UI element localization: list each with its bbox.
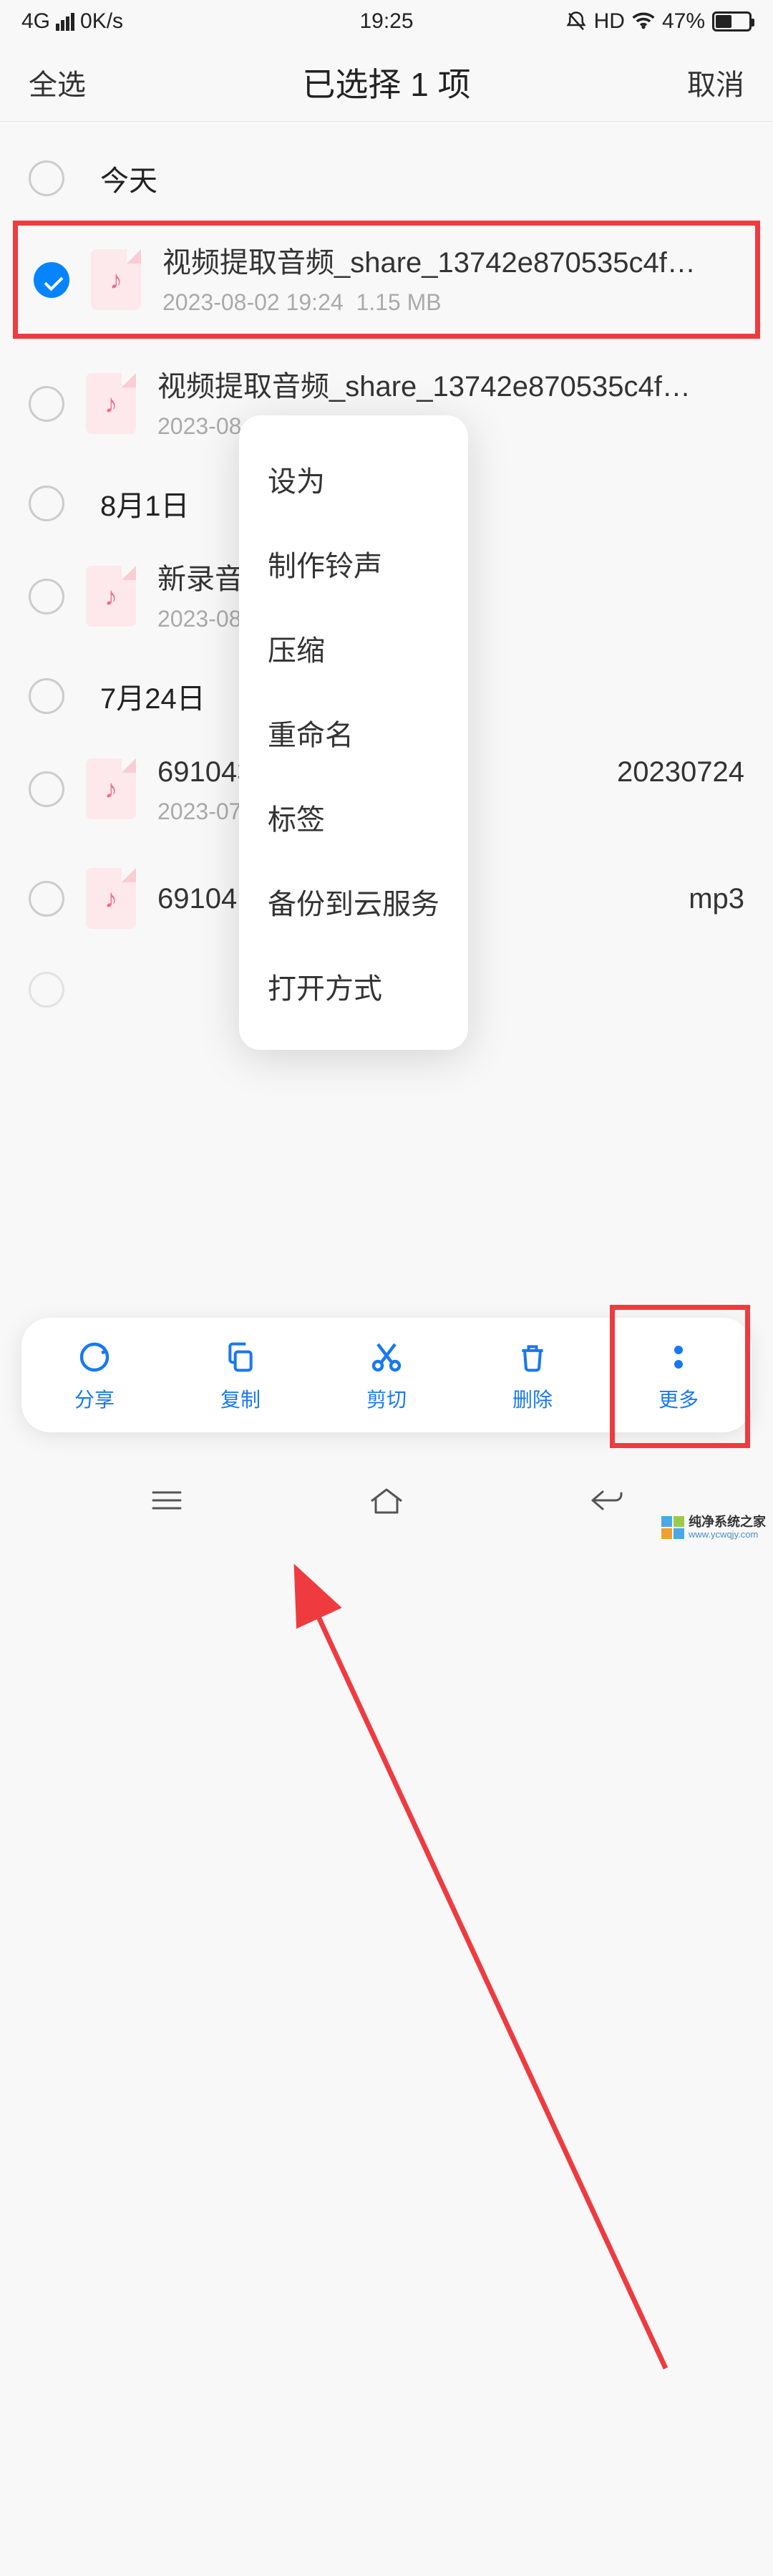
music-file-icon: ♪ bbox=[86, 758, 136, 819]
music-file-icon: ♪ bbox=[86, 373, 136, 434]
file-radio[interactable] bbox=[29, 386, 64, 422]
back-button[interactable] bbox=[581, 1482, 631, 1518]
menu-backup-cloud[interactable]: 备份到云服务 bbox=[239, 859, 468, 944]
file-name: 视频提取音频_share_13742e870535c4f… bbox=[162, 243, 739, 282]
battery-percent: 47% bbox=[662, 9, 705, 34]
copy-button[interactable]: 复制 bbox=[167, 1338, 313, 1413]
status-right: HD 47% bbox=[565, 9, 752, 34]
share-label: 分享 bbox=[74, 1384, 115, 1413]
menu-set-as[interactable]: 设为 bbox=[239, 437, 468, 521]
share-button[interactable]: 分享 bbox=[21, 1338, 167, 1413]
hd-indicator: HD bbox=[594, 9, 625, 34]
cut-label: 剪切 bbox=[366, 1384, 407, 1413]
action-bar: 分享 复制 剪切 删除 更多 bbox=[21, 1318, 752, 1432]
more-label: 更多 bbox=[658, 1384, 699, 1413]
file-radio[interactable] bbox=[29, 972, 64, 1008]
music-file-icon: ♪ bbox=[86, 566, 136, 627]
home-button[interactable] bbox=[361, 1482, 412, 1518]
delete-label: 删除 bbox=[512, 1384, 553, 1413]
file-radio[interactable] bbox=[29, 881, 64, 917]
menu-make-ringtone[interactable]: 制作铃声 bbox=[239, 521, 468, 606]
section-radio[interactable] bbox=[29, 678, 64, 714]
file-name-right: mp3 bbox=[689, 879, 744, 918]
file-name: 视频提取音频_share_13742e870535c4f… bbox=[157, 367, 744, 406]
file-radio[interactable] bbox=[34, 262, 69, 298]
copy-label: 复制 bbox=[220, 1384, 261, 1413]
more-menu: 设为 制作铃声 压缩 重命名 标签 备份到云服务 打开方式 bbox=[239, 415, 468, 1050]
menu-tags[interactable]: 标签 bbox=[239, 775, 468, 859]
cut-icon bbox=[369, 1338, 404, 1377]
wifi-icon bbox=[632, 12, 655, 31]
selection-header: 全选 已选择 1 项 取消 bbox=[0, 43, 773, 122]
status-bar: 4G 0K/s 19:25 HD 47% bbox=[0, 0, 773, 43]
file-name-right: 20230724 bbox=[617, 753, 744, 791]
cut-button[interactable]: 剪切 bbox=[313, 1338, 460, 1413]
network-speed: 0K/s bbox=[80, 9, 123, 34]
copy-icon bbox=[225, 1338, 256, 1377]
file-name: 69104 bbox=[157, 879, 237, 918]
file-meta: 2023-08-02 19:24 1.15 MB bbox=[162, 289, 739, 316]
watermark-title: 纯净系统之家 bbox=[689, 1515, 766, 1530]
file-radio[interactable] bbox=[29, 579, 64, 614]
section-header[interactable]: 今天 bbox=[0, 136, 773, 213]
file-radio[interactable] bbox=[29, 771, 64, 807]
battery-icon bbox=[712, 11, 752, 32]
section-title: 8月1日 bbox=[100, 483, 190, 524]
delete-icon bbox=[517, 1338, 548, 1377]
network-type: 4G bbox=[21, 9, 50, 34]
section-title: 7月24日 bbox=[100, 675, 205, 717]
watermark: 纯净系统之家 www.ycwqjy.com bbox=[661, 1515, 766, 1540]
status-left: 4G 0K/s bbox=[21, 9, 123, 34]
share-icon bbox=[77, 1338, 112, 1377]
section-radio[interactable] bbox=[29, 160, 64, 196]
section-radio[interactable] bbox=[29, 486, 64, 521]
mute-icon bbox=[565, 11, 587, 32]
signal-icon bbox=[56, 13, 74, 31]
annotation-arrow bbox=[0, 1029, 773, 2576]
delete-button[interactable]: 删除 bbox=[460, 1338, 606, 1413]
music-file-icon: ♪ bbox=[91, 249, 141, 310]
more-icon bbox=[671, 1338, 686, 1377]
more-button[interactable]: 更多 bbox=[606, 1338, 752, 1413]
system-nav-bar bbox=[0, 1454, 773, 1547]
music-file-icon: ♪ bbox=[86, 868, 136, 929]
recents-button[interactable] bbox=[142, 1482, 192, 1518]
selection-title: 已选择 1 项 bbox=[302, 59, 470, 106]
menu-open-with[interactable]: 打开方式 bbox=[239, 944, 468, 1028]
watermark-logo-icon bbox=[661, 1516, 684, 1539]
file-item[interactable]: ♪ 视频提取音频_share_13742e870535c4f… 2023-08-… bbox=[13, 221, 760, 339]
menu-rename[interactable]: 重命名 bbox=[239, 690, 468, 775]
status-time: 19:25 bbox=[359, 9, 413, 34]
select-all-button[interactable]: 全选 bbox=[29, 62, 86, 103]
watermark-url: www.ycwqjy.com bbox=[689, 1530, 766, 1540]
section-title: 今天 bbox=[100, 158, 157, 199]
file-info: 视频提取音频_share_13742e870535c4f… 2023-08-02… bbox=[162, 243, 739, 316]
cancel-button[interactable]: 取消 bbox=[687, 62, 744, 103]
menu-compress[interactable]: 压缩 bbox=[239, 606, 468, 690]
